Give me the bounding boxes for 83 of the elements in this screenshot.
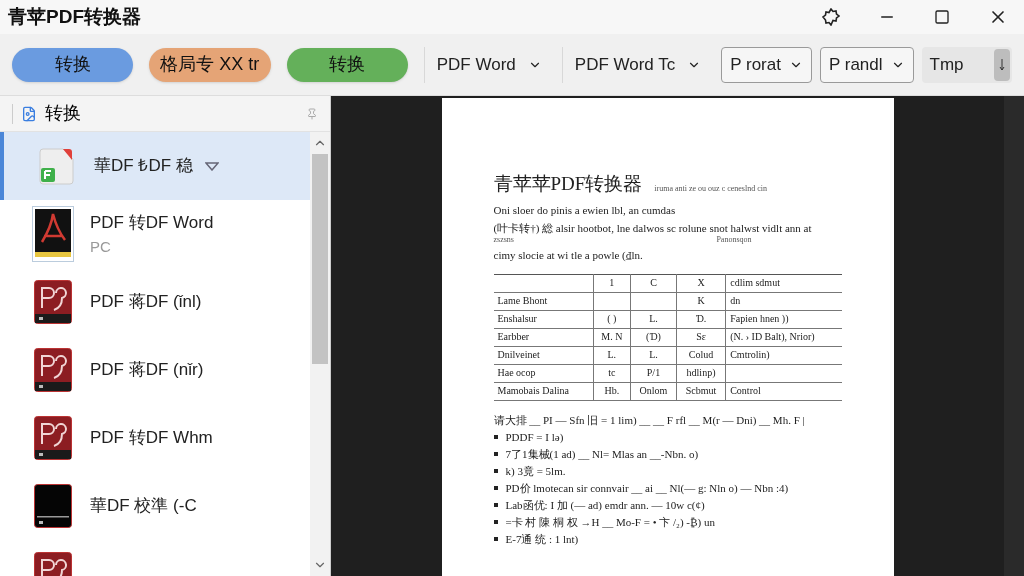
bullet-text: PD价 lmotecan sir connvair __ ai __ Nl(— g: Nln o) — Nbn :4) [505,481,789,495]
paragraph-line: cimy slocie at wi tle a powle (₫ln. [493,247,644,262]
table-cell: Mamobais Dalina [497,385,569,396]
item-title: PDF 转DF Whm [90,427,213,450]
template-field[interactable]: Tmp [921,46,1012,83]
paragraph-line: Oni sloer do pinis a ewien lbl, an cumdas [493,202,677,217]
bullet-text: 7了1集械(1 ad) __ Nl= Mlas an __-Nbn. o) [505,447,699,461]
table-cell: hdlinp) [686,367,716,378]
scroll-thumb[interactable] [312,154,328,364]
table-cell: M. N [601,331,623,342]
item-subtitle: PC [90,236,112,257]
maximize-icon[interactable] [934,9,950,25]
intro-line: 请大排 __ PI — Sfn 旧 = 1 lim) __ __ F rfl __ M(r — Dni) __ Mh. F | [493,412,806,427]
window-title: 青苹PDF转换器 [8,4,142,29]
table-cell: X [697,277,705,288]
converter-item[interactable]: PDF 蒋DF (nǐr) [0,336,310,404]
table-cell: C [650,277,657,288]
format-dropdown[interactable]: PDF Word [423,46,554,83]
option-dropdown[interactable]: P randl [819,46,914,83]
table-cell: Sε [696,331,706,342]
bullet-text: PDDF = I lǝ) [505,430,564,444]
item-title: 華DF ₺DF 稳 [94,155,193,178]
table-cell: Dnilveinet [497,349,540,360]
table-cell: L. [607,349,617,360]
table-cell: Lame Bhont [497,295,548,306]
table-cell: Fapien hnen )) [730,313,789,324]
table-cell: K [697,295,705,306]
table-cell: 1 [609,277,615,288]
pdf-file-icon [34,348,72,392]
table-cell: Control [730,385,761,396]
item-title: PDF 蒋DF (ǐnl) [90,291,202,314]
item-title: PDF 转DF Word [90,212,214,234]
converter-item[interactable]: PDF 蒋DF (ǐnl) [0,268,310,336]
table-cell: dn [730,295,741,306]
table-cell: Ɗ. [695,313,707,324]
table-cell: Colud [688,349,714,360]
table-cell: Hae ocop [497,367,536,378]
paragraph-line: (叶卡转†) 総 alsir hootbot, lne dalwos sc rolune snot halwst vidlt ann at [493,220,813,235]
table-cell: (N. › ID Balt), Nrior) [730,331,815,342]
pdf-file-icon [32,206,74,262]
item-title: PDF 蒋DF (nǐr) [90,359,204,382]
converter-item[interactable]: 華DF 校準 (-C [0,472,310,540]
file-icon [34,484,72,528]
action-button[interactable]: 转换 [12,47,134,82]
item-title: 華DF 校準 (-C [90,495,197,518]
bullet-text: k) 3竟 = 5lm. [505,464,566,478]
document-title: 青苹苹PDF转换器 [493,172,643,196]
table-cell: L. [649,313,658,324]
table-cell: Enshalsur [497,313,537,324]
table-cell: Onlom [639,385,668,396]
table-cell: L. [649,349,658,360]
arrow-down-icon [999,57,1005,72]
converter-item[interactable]: 華DF ₺DF 稳 [0,132,310,200]
format-dropdown[interactable]: PDF Word Tc [561,46,714,83]
table-cell: cdlim sdmut [730,277,780,288]
table-cell: P/1 [646,367,661,378]
table-cell: tc [608,367,616,378]
converter-item[interactable]: PDF 转DF Word PC [0,200,310,268]
bullet-text: E-7通 统 : 1 lnt) [505,532,579,546]
bullet-text: =卡 村 陳 桐 权 →H __ Mo-F = • 卞 /₂) -₿) un [505,515,715,529]
option-dropdown[interactable]: P rorat [721,46,812,83]
title-note: iruma anti ze ou ouz c ceneslnd cin [654,182,767,195]
table-cell: ( ) [607,313,617,324]
table-cell: Cmtrolin) [730,349,770,360]
action-button[interactable]: 格局专 XX tr [149,47,271,82]
bullet-text: Lab函优: I 加 (— ad) emdr ann. — 10w c(¢) [505,498,705,512]
badge-icon[interactable] [822,8,840,26]
note-text: zszsns [493,234,514,244]
table-cell: Earbber [497,331,530,342]
pdf-file-icon [34,416,72,460]
section-title: 转换 [45,102,82,125]
converter-item[interactable]: PDF 转DF Whm [0,404,310,472]
note-text: Panonsqon [716,234,752,244]
pdf-file-icon [34,280,72,324]
table-cell: Hb. [604,385,620,396]
document-icon [37,146,77,186]
dropdown-triangle-icon[interactable] [204,161,219,171]
table-cell: (Ɗ) [646,331,661,342]
scrollbar[interactable] [310,132,330,576]
scrollbar[interactable] [1004,96,1024,576]
action-button[interactable]: 转换 [286,47,408,82]
table-cell: Scbmut [685,385,717,396]
file-icon [21,105,37,122]
